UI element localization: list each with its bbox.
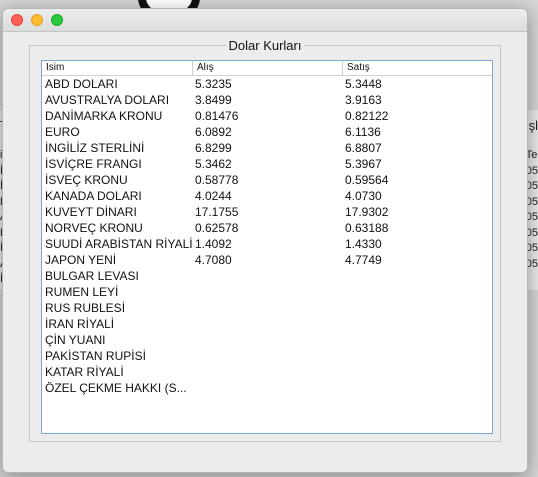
buy-rate-cell xyxy=(192,268,342,284)
buy-rate-cell xyxy=(192,284,342,300)
table-row[interactable]: ABD DOLARI 5.3235 5.3448 xyxy=(42,76,492,92)
currency-name-cell: ABD DOLARI xyxy=(45,77,118,91)
sell-rate-cell: 6.1136 xyxy=(345,125,381,139)
buy-rate-cell xyxy=(192,380,342,396)
currency-name-cell: KANADA DOLARI xyxy=(45,189,142,203)
currency-name-cell: EURO xyxy=(45,125,80,139)
buy-rate-cell xyxy=(192,316,342,332)
table-row[interactable]: KUVEYT DİNARI 17.1755 17.9302 xyxy=(42,204,492,220)
column-header-satis[interactable]: Satış xyxy=(342,61,492,75)
sell-rate-cell: 6.8807 xyxy=(345,141,382,155)
table-row[interactable]: JAPON YENİ 4.7080 4.7749 xyxy=(42,252,492,268)
currency-name-cell: NORVEÇ KRONU xyxy=(45,221,143,235)
sell-rate-cell: 0.59564 xyxy=(345,173,389,187)
currency-name-cell: DANİMARKA KRONU xyxy=(45,109,163,123)
group-title: Dolar Kurları xyxy=(225,38,305,53)
sell-rate-cell: 4.7749 xyxy=(345,253,382,267)
column-header-isim[interactable]: Isim xyxy=(42,61,192,75)
table-row[interactable]: DANİMARKA KRONU 0.81476 0.82122 xyxy=(42,108,492,124)
table-body: ABD DOLARI 5.3235 5.3448 AVUSTRALYA DOLARI 3… xyxy=(42,76,492,396)
background-right-header: şl xyxy=(528,118,538,133)
buy-rate-cell: 3.8499 xyxy=(195,93,232,107)
table-row[interactable]: İRAN RİYALİ xyxy=(42,316,492,332)
sell-rate-cell: 1.4330 xyxy=(345,237,382,251)
buy-rate-cell: 0.58778 xyxy=(195,173,239,187)
sell-rate-cell: 0.63188 xyxy=(345,221,389,235)
currency-name-cell: RUMEN LEYİ xyxy=(45,285,119,299)
sell-rate-cell xyxy=(342,380,492,396)
buy-rate-cell: 6.0892 xyxy=(195,125,232,139)
buy-rate-cell xyxy=(192,364,342,380)
buy-rate-cell: 1.4092 xyxy=(195,237,232,251)
maximize-window-button[interactable] xyxy=(51,14,63,26)
buy-rate-cell: 5.3235 xyxy=(195,77,232,91)
sell-rate-cell xyxy=(342,364,492,380)
table-row[interactable]: RUS RUBLESİ xyxy=(42,300,492,316)
buy-rate-cell: 4.0244 xyxy=(195,189,232,203)
buy-rate-cell: 17.1755 xyxy=(195,205,239,219)
currency-table[interactable]: Isim Alış Satış ABD DOLARI 5.3235 5.3448 AV… xyxy=(41,60,493,434)
table-row[interactable]: KANADA DOLARI 4.0244 4.0730 xyxy=(42,188,492,204)
buy-rate-cell: 5.3462 xyxy=(195,157,232,171)
minimize-window-button[interactable] xyxy=(31,14,43,26)
sell-rate-cell xyxy=(342,348,492,364)
currency-name-cell: PAKİSTAN RUPİSİ xyxy=(45,349,146,363)
table-header: Isim Alış Satış xyxy=(42,61,492,76)
table-row[interactable]: KATAR RİYALİ xyxy=(42,364,492,380)
sell-rate-cell xyxy=(342,268,492,284)
currency-name-cell: AVUSTRALYA DOLARI xyxy=(45,93,170,107)
sell-rate-cell: 4.0730 xyxy=(345,189,382,203)
sell-rate-cell: 5.3967 xyxy=(345,157,382,171)
buy-rate-cell xyxy=(192,348,342,364)
currency-name-cell: SUUDİ ARABİSTAN RİYALİ xyxy=(45,237,192,251)
currency-name-cell: İNGİLİZ STERLİNİ xyxy=(45,141,145,155)
table-row[interactable]: BULGAR LEVASI xyxy=(42,268,492,284)
buy-rate-cell: 6.8299 xyxy=(195,141,232,155)
column-header-alis[interactable]: Alış xyxy=(192,61,342,75)
currency-name-cell: İSVİÇRE FRANGI xyxy=(45,157,142,171)
sell-rate-cell xyxy=(342,316,492,332)
currency-name-cell: RUS RUBLESİ xyxy=(45,301,126,315)
sell-rate-cell: 17.9302 xyxy=(345,205,389,219)
currency-name-cell: BULGAR LEVASI xyxy=(45,269,139,283)
table-row[interactable]: İNGİLİZ STERLİNİ 6.8299 6.8807 xyxy=(42,140,492,156)
close-window-button[interactable] xyxy=(11,14,23,26)
title-bar[interactable] xyxy=(3,9,527,32)
sell-rate-cell: 0.82122 xyxy=(345,109,389,123)
buy-rate-cell: 0.81476 xyxy=(195,109,239,123)
buy-rate-cell xyxy=(192,300,342,316)
table-row[interactable]: ÇİN YUANI xyxy=(42,332,492,348)
table-row[interactable]: ÖZEL ÇEKME HAKKI (S... xyxy=(42,380,492,396)
table-row[interactable]: PAKİSTAN RUPİSİ xyxy=(42,348,492,364)
sell-rate-cell xyxy=(342,332,492,348)
sell-rate-cell: 5.3448 xyxy=(345,77,382,91)
currency-name-cell: ÇİN YUANI xyxy=(45,333,106,347)
currency-name-cell: İSVEÇ KRONU xyxy=(45,173,128,187)
table-row[interactable]: İSVİÇRE FRANGI 5.3462 5.3967 xyxy=(42,156,492,172)
table-row[interactable]: AVUSTRALYA DOLARI 3.8499 3.9163 xyxy=(42,92,492,108)
sell-rate-cell xyxy=(342,300,492,316)
table-row[interactable]: RUMEN LEYİ xyxy=(42,284,492,300)
buy-rate-cell xyxy=(192,332,342,348)
table-row[interactable]: İSVEÇ KRONU 0.58778 0.59564 xyxy=(42,172,492,188)
table-row[interactable]: SUUDİ ARABİSTAN RİYALİ 1.4092 1.4330 xyxy=(42,236,492,252)
sell-rate-cell: 3.9163 xyxy=(345,93,382,107)
currency-name-cell: JAPON YENİ xyxy=(45,253,117,267)
currency-name-cell: İRAN RİYALİ xyxy=(45,317,115,331)
table-row[interactable]: NORVEÇ KRONU 0.62578 0.63188 xyxy=(42,220,492,236)
currency-name-cell: KUVEYT DİNARI xyxy=(45,205,137,219)
buy-rate-cell: 4.7080 xyxy=(195,253,232,267)
currency-name-cell: ÖZEL ÇEKME HAKKI (S... xyxy=(45,381,187,395)
table-row[interactable]: EURO 6.0892 6.1136 xyxy=(42,124,492,140)
currency-name-cell: KATAR RİYALİ xyxy=(45,365,124,379)
buy-rate-cell: 0.62578 xyxy=(195,221,239,235)
sell-rate-cell xyxy=(342,284,492,300)
